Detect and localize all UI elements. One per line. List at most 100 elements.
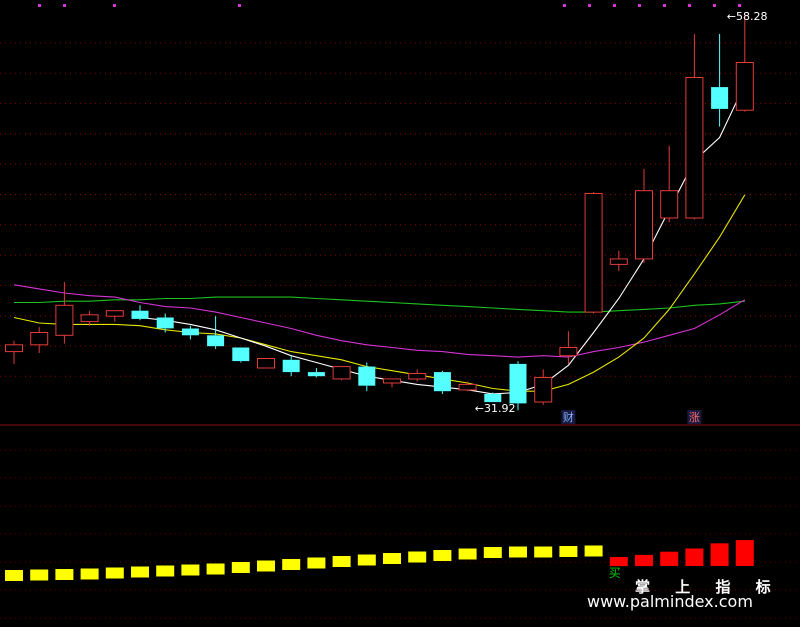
event-marker: 涨: [687, 410, 702, 424]
histogram-bar: [282, 559, 301, 570]
candlesticks: [5, 15, 754, 411]
top-marker-dot: [113, 4, 116, 7]
top-marker-dot: [663, 4, 666, 7]
candle-body: [458, 383, 477, 391]
candle-down: [711, 33, 729, 127]
histogram-bar: [559, 546, 578, 557]
candle-up: [5, 340, 23, 364]
top-marker-dot: [38, 4, 41, 7]
histogram-bar: [408, 551, 427, 563]
candle-body: [660, 190, 679, 219]
candle-up: [534, 369, 553, 405]
buy-signal-label: 买: [609, 566, 621, 580]
candle-down: [433, 370, 451, 394]
ma-fast-line: [139, 84, 746, 395]
candle-body: [735, 62, 754, 111]
candle-body: [156, 317, 174, 329]
candle-up: [80, 310, 99, 326]
candle-body: [80, 314, 99, 323]
top-marker-dot: [613, 4, 616, 7]
candle-down: [131, 305, 149, 321]
candle-up: [383, 378, 401, 388]
candle-body: [584, 193, 603, 313]
candle-down: [358, 362, 376, 392]
candle-body: [383, 378, 401, 384]
histogram-bar: [710, 543, 729, 566]
event-marker: 财: [561, 410, 576, 424]
histogram-bar: [231, 562, 250, 573]
histogram-bar: [80, 568, 99, 580]
candle-body: [232, 347, 250, 362]
candle-body: [358, 366, 376, 386]
histogram-bar: [584, 545, 603, 557]
histogram-bar: [55, 569, 74, 580]
candle-down: [282, 355, 300, 377]
histogram-bar: [635, 554, 653, 567]
candle-down: [156, 313, 174, 333]
candle-up: [635, 168, 653, 263]
histogram-bar: [458, 548, 477, 560]
candle-body: [711, 87, 729, 109]
top-marker-dot: [63, 4, 66, 7]
histogram-bar: [433, 550, 452, 561]
candle-up: [584, 192, 603, 314]
candle-body: [105, 310, 124, 317]
candle-body: [30, 332, 49, 346]
candle-up: [735, 15, 754, 112]
candle-up: [559, 331, 578, 364]
candle-up: [609, 250, 628, 272]
candle-body: [534, 377, 553, 403]
histogram-bar: [181, 564, 200, 576]
histogram-bar: [30, 569, 49, 581]
candle-body: [609, 258, 628, 265]
top-marker-dot: [238, 4, 241, 7]
candle-body: [257, 358, 275, 369]
candle-body: [484, 393, 502, 403]
candle-body: [635, 190, 653, 260]
candle-up: [257, 358, 275, 369]
indicator-histogram: 买: [5, 540, 754, 581]
event-marker-label: 涨: [689, 411, 700, 424]
histogram-bar: [206, 563, 225, 575]
histogram-bar: [131, 566, 149, 578]
price-annotations: ←58.28 ←31.92 财 涨: [475, 10, 768, 424]
candle-down: [207, 316, 225, 349]
candle-body: [433, 372, 451, 392]
top-marker-dot: [688, 4, 691, 7]
candle-body: [181, 328, 199, 336]
candle-up: [408, 369, 427, 382]
histogram-bar: [660, 551, 679, 566]
histogram-bar: [509, 546, 527, 558]
top-marker-dot: [563, 4, 566, 7]
top-marker-dot: [713, 4, 716, 7]
candle-body: [207, 335, 225, 347]
top-marker-dot: [738, 4, 741, 7]
histogram-bar: [483, 547, 502, 558]
candle-body: [559, 347, 578, 357]
histogram-bar: [685, 548, 704, 566]
candle-down: [232, 347, 250, 363]
candle-body: [55, 304, 74, 336]
event-marker-label: 财: [563, 410, 574, 424]
candle-up: [55, 282, 74, 344]
histogram-bar: [735, 540, 754, 566]
histogram-bar: [332, 556, 351, 567]
candle-body: [685, 77, 704, 219]
histogram-bar: [257, 560, 275, 572]
candle-body: [509, 363, 527, 404]
candle-down: [484, 392, 502, 403]
candle-body: [282, 359, 300, 373]
candle-up: [105, 310, 124, 322]
candle-up: [30, 327, 49, 353]
candle-body: [332, 366, 351, 380]
candle-body: [131, 310, 149, 319]
histogram-bar: [156, 565, 175, 577]
candle-up: [685, 33, 704, 220]
candle-up: [660, 145, 679, 223]
top-marker-dot: [588, 4, 591, 7]
stock-chart: ←58.28 ←31.92 财 涨 买: [0, 4, 800, 619]
candle-down: [181, 325, 199, 340]
histogram-bar: [307, 557, 326, 569]
histogram-bar: [609, 557, 628, 567]
candle-up: [458, 381, 477, 392]
